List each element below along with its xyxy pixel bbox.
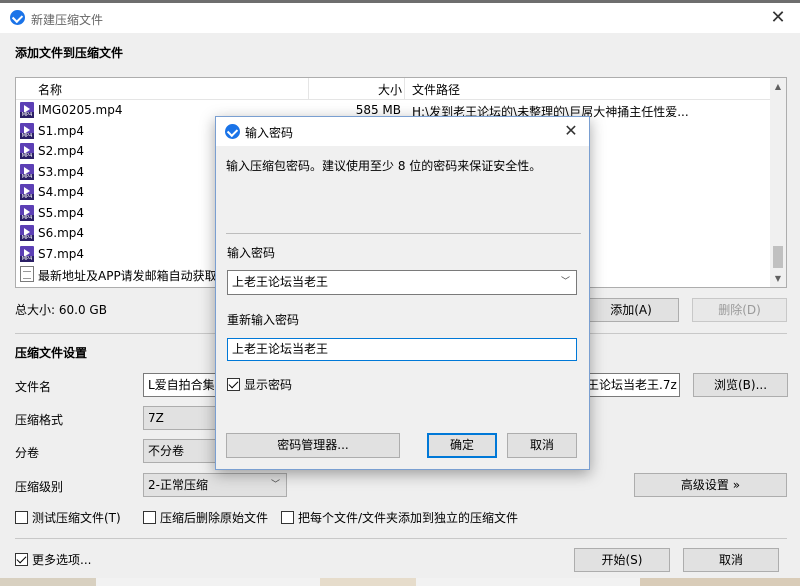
level-value: 2-正常压缩 bbox=[148, 478, 208, 492]
ok-button[interactable]: 确定 bbox=[427, 433, 497, 458]
reenter-password-input[interactable]: 上老王论坛当老王 bbox=[227, 338, 577, 361]
checkbox-box[interactable] bbox=[227, 378, 240, 391]
scroll-down-icon[interactable]: ▼ bbox=[770, 270, 786, 287]
filename-input-tail[interactable]: 王论坛当老王.7z bbox=[583, 373, 680, 397]
dialog-titlebar: 输入密码 ✕ bbox=[216, 117, 589, 146]
test-archive-checkbox[interactable]: 测试压缩文件(T) bbox=[15, 511, 121, 527]
browse-button[interactable]: 浏览(B)... bbox=[693, 373, 788, 397]
file-name: S3.mp4 bbox=[38, 164, 85, 179]
password-combo-input[interactable]: 上老王论坛当老王 ﹀ bbox=[227, 270, 577, 295]
mp4-file-icon bbox=[20, 143, 34, 159]
start-button[interactable]: 开始(S) bbox=[574, 548, 670, 572]
scrollbar-thumb[interactable] bbox=[773, 246, 783, 268]
file-name: S2.mp4 bbox=[38, 144, 85, 158]
mp4-file-icon bbox=[20, 184, 34, 200]
checkbox-box[interactable] bbox=[15, 553, 28, 566]
file-name: S7.mp4 bbox=[38, 246, 85, 261]
password-dialog: 输入密码 ✕ 输入压缩包密码。建议使用至少 8 位的密码来保证安全性。 输入密码… bbox=[215, 116, 590, 470]
column-divider[interactable] bbox=[308, 78, 309, 100]
mp4-file-icon bbox=[20, 163, 34, 180]
divider bbox=[15, 538, 787, 539]
more-options-checkbox[interactable]: 更多选项... bbox=[15, 553, 91, 569]
split-select[interactable]: 不分卷 bbox=[143, 439, 223, 463]
delete-button[interactable]: 删除(D) bbox=[692, 298, 787, 322]
file-name: IMG0205.mp4 bbox=[38, 103, 123, 117]
level-label: 压缩级别 bbox=[15, 480, 64, 494]
close-icon[interactable]: ✕ bbox=[764, 7, 792, 29]
chevron-down-icon[interactable]: ﹀ bbox=[561, 271, 570, 294]
format-value: 7Z bbox=[148, 411, 164, 425]
vertical-scrollbar[interactable]: ▲ ▼ bbox=[770, 78, 786, 287]
app-logo-icon bbox=[10, 10, 25, 25]
checkbox-box[interactable] bbox=[15, 511, 28, 524]
column-header-path[interactable]: 文件路径 bbox=[412, 81, 460, 97]
column-header-name[interactable]: 名称 bbox=[38, 81, 62, 97]
file-name: S5.mp4 bbox=[38, 205, 85, 220]
reenter-password-label: 重新输入密码 bbox=[227, 313, 300, 327]
show-password-checkbox[interactable]: 显示密码 bbox=[227, 378, 292, 394]
background-bottom-strip bbox=[0, 578, 800, 586]
delete-source-label: 压缩后删除原始文件 bbox=[160, 511, 269, 525]
mp4-file-icon bbox=[20, 102, 34, 118]
checkbox-box[interactable] bbox=[143, 511, 156, 524]
test-archive-label: 测试压缩文件(T) bbox=[32, 511, 121, 525]
file-name: S1.mp4 bbox=[38, 123, 85, 138]
close-icon[interactable]: ✕ bbox=[559, 120, 583, 142]
column-divider[interactable] bbox=[404, 78, 405, 100]
column-header-size[interactable]: 大小 bbox=[378, 81, 402, 97]
advanced-settings-button[interactable]: 高级设置 » bbox=[634, 473, 787, 497]
filename-label: 文件名 bbox=[15, 380, 52, 394]
main-titlebar: 新建压缩文件 ✕ bbox=[0, 3, 800, 33]
checkbox-box[interactable] bbox=[281, 511, 294, 524]
mp4-file-icon bbox=[20, 122, 34, 139]
scroll-up-icon[interactable]: ▲ bbox=[770, 78, 786, 95]
dialog-cancel-button[interactable]: 取消 bbox=[507, 433, 577, 458]
table-header: 名称 大小 文件路径 bbox=[16, 78, 771, 100]
window-title: 新建压缩文件 bbox=[31, 13, 104, 27]
mp4-file-icon bbox=[20, 204, 34, 221]
dialog-description: 输入压缩包密码。建议使用至少 8 位的密码来保证安全性。 bbox=[226, 159, 542, 173]
more-options-label: 更多选项... bbox=[32, 553, 92, 567]
filename-input[interactable]: L爱自拍合集 bbox=[143, 373, 223, 397]
format-select[interactable]: 7Z bbox=[143, 406, 223, 430]
settings-section-title: 压缩文件设置 bbox=[15, 346, 88, 360]
password-manager-button[interactable]: 密码管理器... bbox=[226, 433, 400, 458]
add-button[interactable]: 添加(A) bbox=[583, 298, 679, 322]
separate-archives-checkbox[interactable]: 把每个文件/文件夹添加到独立的压缩文件 bbox=[281, 511, 518, 527]
split-value: 不分卷 bbox=[148, 444, 185, 458]
divider bbox=[226, 233, 581, 234]
chevron-down-icon: ﹀ bbox=[270, 480, 280, 490]
password-label: 输入密码 bbox=[227, 246, 276, 260]
mp4-file-icon bbox=[20, 225, 34, 241]
dialog-title: 输入密码 bbox=[245, 126, 294, 140]
separate-archives-label: 把每个文件/文件夹添加到独立的压缩文件 bbox=[298, 511, 519, 525]
text-file-icon bbox=[20, 266, 34, 282]
split-label: 分卷 bbox=[15, 446, 40, 460]
file-name: S4.mp4 bbox=[38, 185, 85, 199]
file-name: S6.mp4 bbox=[38, 226, 85, 240]
total-size-label: 总大小: 60.0 GB bbox=[15, 303, 107, 317]
file-size: 585 MB bbox=[355, 103, 401, 117]
show-password-label: 显示密码 bbox=[244, 378, 293, 392]
delete-source-checkbox[interactable]: 压缩后删除原始文件 bbox=[143, 511, 268, 527]
format-label: 压缩格式 bbox=[15, 413, 64, 427]
file-name: 最新地址及APP请发邮箱自动获取! bbox=[38, 269, 222, 283]
password-value: 上老王论坛当老王 bbox=[232, 275, 329, 289]
level-select[interactable]: 2-正常压缩 ﹀ bbox=[143, 473, 287, 497]
app-logo-icon bbox=[225, 124, 240, 139]
mp4-file-icon bbox=[20, 245, 34, 262]
cancel-button[interactable]: 取消 bbox=[683, 548, 779, 572]
add-files-section-title: 添加文件到压缩文件 bbox=[15, 46, 124, 60]
